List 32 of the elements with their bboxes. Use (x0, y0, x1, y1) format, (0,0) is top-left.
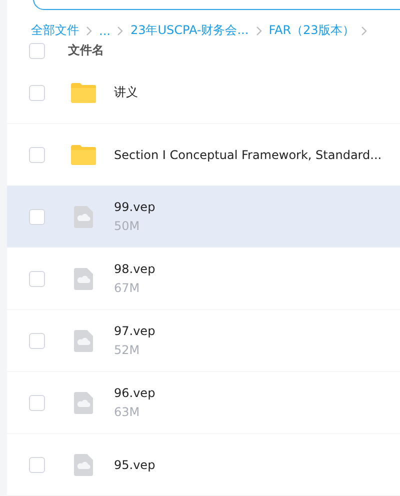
file-name: 98.vep (114, 262, 156, 276)
cloud-file-icon (74, 330, 92, 352)
cloud-file-icon (74, 392, 92, 414)
checkbox[interactable] (29, 270, 45, 286)
checkbox[interactable] (29, 208, 45, 224)
file-name: 97.vep (114, 324, 156, 338)
cloud-file-icon (74, 268, 92, 290)
file-row[interactable]: 99.vep 50M (7, 186, 400, 248)
chevron-right-icon (254, 26, 263, 36)
file-size: 52M (114, 343, 141, 357)
checkbox[interactable] (29, 84, 45, 100)
checkbox[interactable] (29, 394, 45, 410)
checkbox[interactable] (29, 456, 45, 472)
chevron-right-icon (85, 26, 93, 36)
cloud-file-icon (74, 454, 92, 476)
chevron-right-icon (360, 26, 368, 36)
file-name: 95.vep (114, 458, 156, 472)
file-size: 67M (114, 281, 141, 295)
file-size: 50M (114, 219, 141, 233)
chevron-right-icon (116, 26, 124, 36)
file-name: 99.vep (114, 200, 156, 214)
file-size: 63M (114, 405, 141, 419)
checkbox[interactable] (29, 332, 45, 348)
checkbox[interactable] (29, 146, 45, 162)
file-name: Section I Conceptual Framework, Standard... (114, 148, 382, 162)
cloud-file-icon (74, 206, 92, 228)
column-header: 文件名 (68, 42, 104, 59)
checkbox[interactable] (29, 42, 45, 58)
file-name: 讲义 (114, 84, 138, 101)
folder-icon (70, 82, 96, 103)
folder-icon (70, 144, 96, 165)
file-name: 96.vep (114, 386, 156, 400)
